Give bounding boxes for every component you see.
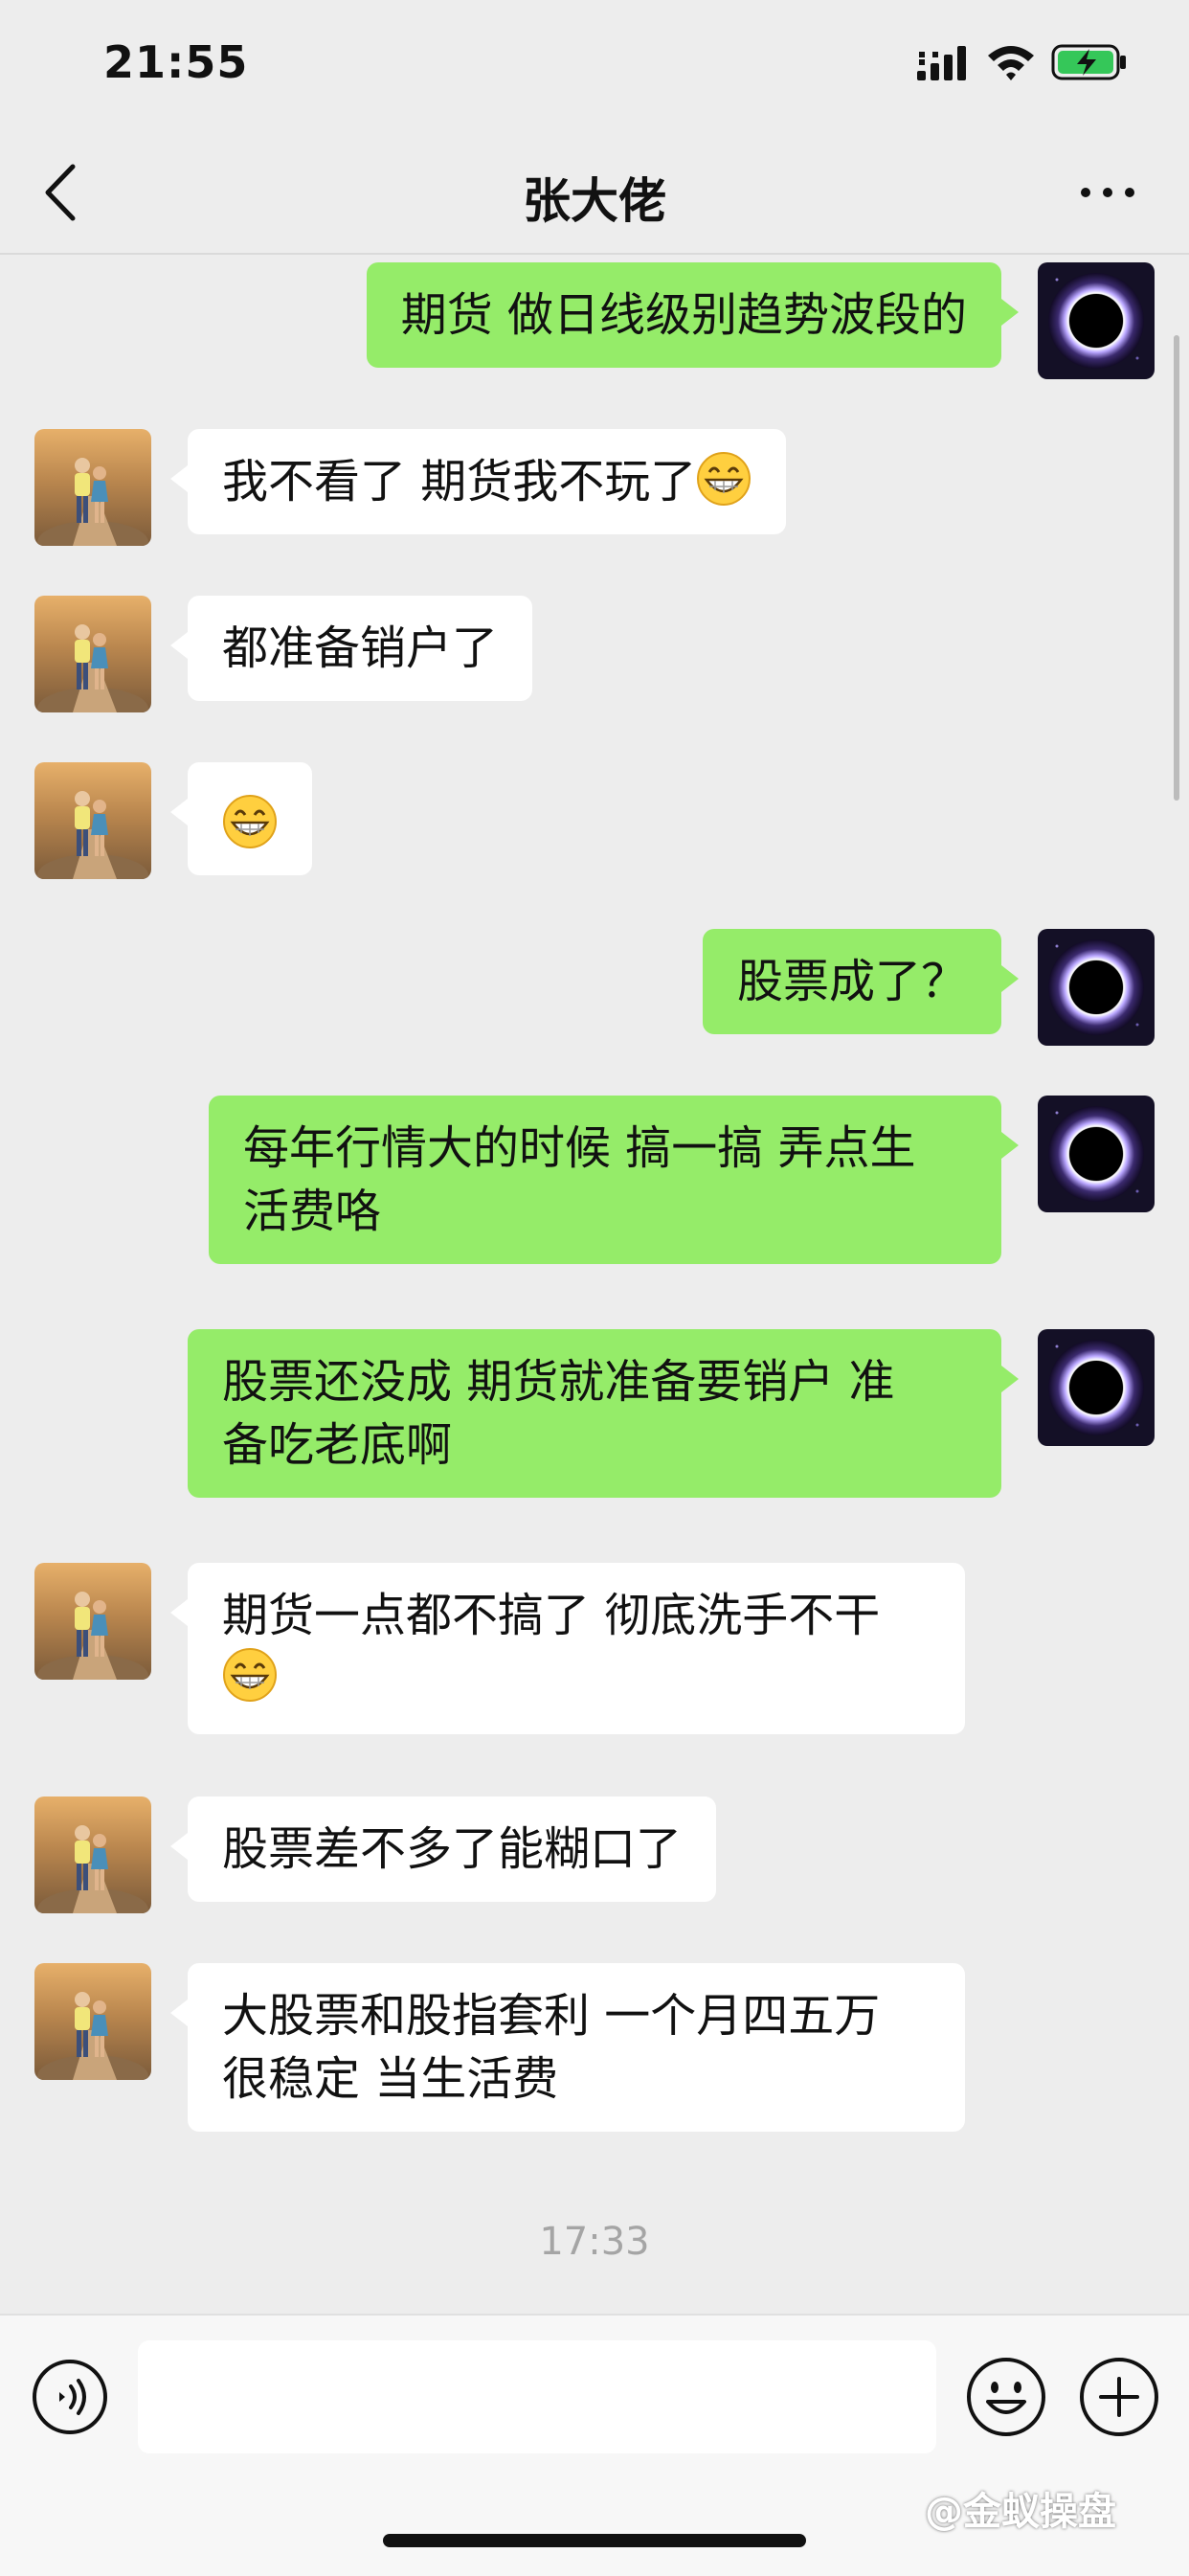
- more-options-icon[interactable]: [1078, 178, 1137, 207]
- contact-avatar[interactable]: [34, 596, 151, 712]
- grin-emoji-icon: [222, 794, 278, 849]
- emoji-picker-icon[interactable]: [965, 2356, 1047, 2438]
- my-avatar[interactable]: [1038, 1096, 1155, 1212]
- status-bar: 21:55: [0, 0, 1189, 134]
- contact-avatar[interactable]: [34, 1796, 151, 1913]
- message-text-line: 大股票和股指套利 一个月四五万: [222, 1989, 881, 2043]
- status-time: 21:55: [103, 36, 249, 88]
- message-input[interactable]: [138, 2340, 936, 2453]
- message-timestamp: 17:33: [539, 2220, 650, 2264]
- message-text: 股票差不多了能糊口了: [222, 1822, 683, 1876]
- cellular-signal-icon: [917, 46, 966, 80]
- input-bar: @金蚁操盘: [0, 2314, 1189, 2576]
- home-indicator[interactable]: [383, 2534, 806, 2547]
- message-bubble-outgoing[interactable]: 股票成了？: [702, 929, 1020, 1034]
- message-bubble-incoming[interactable]: 我不看了 期货我不玩了: [169, 429, 787, 534]
- message-bubble-outgoing[interactable]: 每年行情大的时候 搞一搞 弄点生 活费咯: [209, 1096, 1019, 1264]
- contact-avatar[interactable]: [34, 1963, 151, 2080]
- grin-emoji-icon: [696, 451, 752, 507]
- my-avatar[interactable]: [1038, 929, 1155, 1046]
- my-avatar[interactable]: [1038, 1329, 1155, 1446]
- voice-input-icon[interactable]: [31, 2358, 109, 2436]
- message-bubble-outgoing[interactable]: 股票还没成 期货就准备要销户 准 备吃老底啊: [188, 1329, 1019, 1498]
- message-bubble-incoming[interactable]: 期货一点都不搞了 彻底洗手不干: [170, 1563, 965, 1734]
- watermark: @金蚁操盘: [925, 2490, 1116, 2534]
- message-text: 我不看了 期货我不玩了: [222, 455, 697, 508]
- plus-icon[interactable]: [1078, 2356, 1160, 2438]
- message-text: 股票成了？: [736, 955, 967, 1008]
- message-text-line: 股票还没成 期货就准备要销户 准: [222, 1355, 895, 1409]
- my-avatar[interactable]: [1038, 262, 1155, 379]
- wifi-icon: [988, 46, 1034, 80]
- message-list[interactable]: 期货 做日线级别趋势波段的 我不看了 期货我不玩了 都准备销户了 股票成了？ 每…: [0, 255, 1189, 2314]
- message-text-line: 很稳定 当生活费: [222, 2052, 559, 2106]
- message-bubble-incoming[interactable]: 都准备销户了: [169, 596, 533, 701]
- message-text: 期货一点都不搞了 彻底洗手不干: [222, 1589, 881, 1642]
- message-bubble-incoming[interactable]: 大股票和股指套利 一个月四五万 很稳定 当生活费: [170, 1963, 965, 2132]
- message-text-line: 活费咯: [243, 1185, 382, 1238]
- contact-avatar[interactable]: [34, 1563, 151, 1680]
- message-text-line: 每年行情大的时候 搞一搞 弄点生: [243, 1121, 916, 1175]
- message-text: 都准备销户了: [222, 621, 499, 675]
- scrollbar[interactable]: [1174, 335, 1179, 801]
- message-text: 期货 做日线级别趋势波段的: [400, 288, 967, 342]
- message-bubble-incoming[interactable]: [170, 762, 312, 875]
- navigation-bar: 张大佬: [0, 134, 1189, 255]
- contact-avatar[interactable]: [34, 762, 151, 879]
- message-bubble-outgoing[interactable]: 期货 做日线级别趋势波段的: [366, 262, 1020, 368]
- grin-emoji-icon: [222, 1647, 278, 1703]
- chat-title: 张大佬: [523, 173, 666, 229]
- battery-charging-icon: [1051, 44, 1126, 80]
- message-bubble-incoming[interactable]: 股票差不多了能糊口了: [169, 1796, 717, 1902]
- message-text-line: 备吃老底啊: [222, 1418, 453, 1472]
- contact-avatar[interactable]: [34, 429, 151, 546]
